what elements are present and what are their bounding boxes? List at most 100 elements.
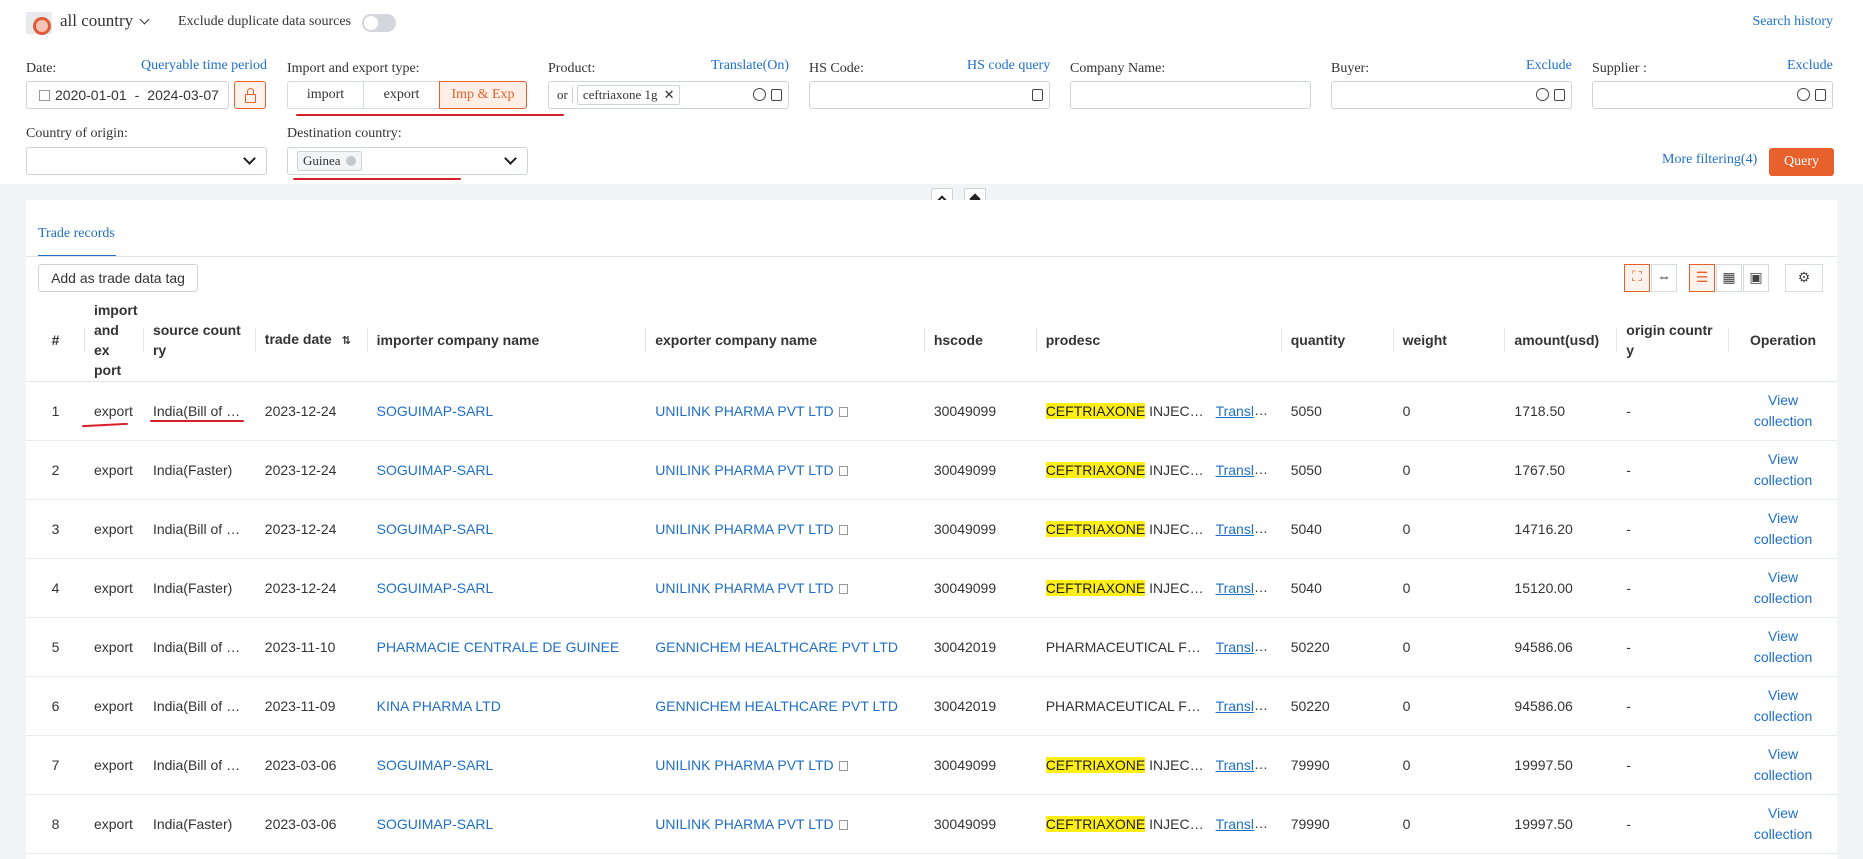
company-building-icon[interactable]	[838, 524, 848, 535]
importer-cell[interactable]: SOGUIMAP-SARL	[367, 794, 647, 854]
importer-cell[interactable]: PHARMACIE CENTRALE DE GUINEE	[367, 617, 647, 677]
queryable-time-link[interactable]: Queryable time period	[141, 58, 267, 74]
view-collection-link[interactable]: View collection	[1729, 794, 1837, 854]
exporter-cell[interactable]: UNILINK PHARMA PVT LTD	[646, 381, 925, 441]
translate-link[interactable]: Translate	[1216, 816, 1274, 832]
company-name-input[interactable]	[1070, 81, 1311, 109]
copy-icon[interactable]	[1032, 89, 1043, 101]
grid-large-icon[interactable]: ▣	[1743, 264, 1769, 292]
exporter-cell[interactable]: UNILINK PHARMA PVT LTD	[646, 558, 925, 618]
exporter-link[interactable]: UNILINK PHARMA PVT LTD	[655, 757, 833, 773]
trade-type-imp-exp[interactable]: Imp & Exp	[439, 81, 527, 109]
exporter-cell[interactable]: UNILINK PHARMA PVT LTD	[646, 735, 925, 795]
product-mode[interactable]: or	[553, 87, 573, 103]
table-row[interactable]: 6 export India(Bill of Lading) 2023-11-0…	[26, 676, 1837, 736]
table-row[interactable]: 8 export India(Faster) 2023-03-06 SOGUIM…	[26, 794, 1837, 854]
hs-code-input[interactable]	[809, 81, 1050, 109]
translate-link[interactable]: Translate	[1216, 403, 1274, 419]
table-row[interactable]: 4 export India(Faster) 2023-12-24 SOGUIM…	[26, 558, 1837, 618]
importer-cell[interactable]: SOGUIMAP-SARL	[367, 440, 647, 500]
date-start[interactable]: 2020-01-01	[55, 87, 127, 103]
company-building-icon[interactable]	[838, 760, 848, 771]
supplier-exclude-link[interactable]: Exclude	[1787, 58, 1833, 74]
table-row[interactable]: 3 export India(Bill of Lading) 2023-12-2…	[26, 499, 1837, 559]
trade-type-export[interactable]: export	[363, 81, 440, 109]
importer-cell[interactable]: SOGUIMAP-SARL	[367, 381, 647, 441]
translate-link[interactable]: Translate	[1216, 757, 1274, 773]
exporter-cell[interactable]: GENNICHEM HEALTHCARE PVT LTD	[646, 617, 925, 677]
importer-link[interactable]: SOGUIMAP-SARL	[377, 816, 494, 832]
exporter-cell[interactable]: UNILINK PHARMA PVT LTD	[646, 794, 925, 854]
date-end[interactable]: 2024-03-07	[147, 87, 219, 103]
importer-cell[interactable]: SOGUIMAP-SARL	[367, 499, 647, 559]
company-building-icon[interactable]	[838, 819, 848, 830]
supplier-input[interactable]	[1592, 81, 1833, 109]
view-collection-link[interactable]: View collection	[1729, 499, 1837, 559]
importer-cell[interactable]: SOGUIMAP-SARL	[367, 735, 647, 795]
translate-link[interactable]: Translate	[1216, 698, 1274, 714]
table-row[interactable]: 1 export India(Bill of Lading) 2023-12-2…	[26, 381, 1837, 441]
remove-tag-icon[interactable]	[345, 156, 356, 166]
product-input[interactable]: or ceftriaxone 1g ✕	[548, 81, 789, 109]
importer-link[interactable]: PHARMACIE CENTRALE DE GUINEE	[377, 639, 620, 655]
view-collection-link[interactable]: View collection	[1729, 381, 1837, 441]
translate-link[interactable]: Translate	[1216, 580, 1274, 596]
date-range-picker[interactable]: 2020-01-01 - 2024-03-07	[26, 81, 229, 109]
translate-link[interactable]: Translate	[1216, 639, 1274, 655]
sort-icon[interactable]: ⇅	[342, 335, 351, 347]
fit-width-icon[interactable]: ⇔	[1651, 264, 1677, 292]
fullscreen-icon[interactable]: ⛶	[1624, 264, 1650, 292]
country-selector[interactable]: all country	[60, 11, 150, 31]
more-filtering-link[interactable]: More filtering(4)	[1662, 152, 1757, 168]
tab-trade-records[interactable]: Trade records	[38, 226, 115, 242]
view-collection-link[interactable]: View collection	[1729, 617, 1837, 677]
add-trade-tag-button[interactable]: Add as trade data tag	[38, 264, 198, 292]
view-collection-link[interactable]: View collection	[1729, 735, 1837, 795]
copy-icon[interactable]	[771, 89, 782, 101]
query-button[interactable]: Query	[1769, 148, 1834, 176]
exclude-duplicates-toggle[interactable]	[362, 14, 396, 32]
importer-cell[interactable]: SOGUIMAP-SARL	[367, 558, 647, 618]
company-building-icon[interactable]	[838, 583, 848, 594]
destination-country-select[interactable]: Guinea	[287, 147, 528, 175]
translate-link[interactable]: Translate	[1216, 462, 1274, 478]
list-view-icon[interactable]: ☰	[1689, 264, 1715, 292]
view-collection-link[interactable]: View collection	[1729, 440, 1837, 500]
table-row[interactable]: 5 export India(Bill of Lading) 2023-11-1…	[26, 617, 1837, 677]
exporter-link[interactable]: UNILINK PHARMA PVT LTD	[655, 580, 833, 596]
country-of-origin-select[interactable]	[26, 147, 267, 175]
exporter-cell[interactable]: UNILINK PHARMA PVT LTD	[646, 499, 925, 559]
target-icon[interactable]	[1536, 88, 1549, 101]
importer-link[interactable]: KINA PHARMA LTD	[377, 698, 501, 714]
view-collection-link[interactable]: View collection	[1729, 558, 1837, 618]
buyer-exclude-link[interactable]: Exclude	[1526, 58, 1572, 74]
importer-link[interactable]: SOGUIMAP-SARL	[377, 403, 494, 419]
importer-link[interactable]: SOGUIMAP-SARL	[377, 580, 494, 596]
close-icon[interactable]: ✕	[664, 87, 675, 103]
target-icon[interactable]	[753, 88, 766, 101]
table-row[interactable]: 2 export India(Faster) 2023-12-24 SOGUIM…	[26, 440, 1837, 500]
copy-icon[interactable]	[1815, 89, 1826, 101]
col-header-trade-date[interactable]: trade date ⇅	[255, 300, 368, 382]
exporter-link[interactable]: GENNICHEM HEALTHCARE PVT LTD	[655, 698, 898, 714]
exporter-link[interactable]: UNILINK PHARMA PVT LTD	[655, 816, 833, 832]
hs-code-query-link[interactable]: HS code query	[967, 58, 1050, 74]
grid-small-icon[interactable]: ▦	[1716, 264, 1742, 292]
exporter-link[interactable]: UNILINK PHARMA PVT LTD	[655, 521, 833, 537]
importer-link[interactable]: SOGUIMAP-SARL	[377, 462, 494, 478]
importer-cell[interactable]: KINA PHARMA LTD	[367, 676, 647, 736]
company-building-icon[interactable]	[838, 406, 848, 417]
company-building-icon[interactable]	[838, 465, 848, 476]
translate-link[interactable]: Translate	[1216, 521, 1274, 537]
exporter-cell[interactable]: UNILINK PHARMA PVT LTD	[646, 440, 925, 500]
table-row[interactable]: 7 export India(Bill of Lading) 2023-03-0…	[26, 735, 1837, 795]
importer-link[interactable]: SOGUIMAP-SARL	[377, 757, 494, 773]
settings-icon[interactable]: ⚙	[1785, 264, 1823, 292]
exporter-cell[interactable]: GENNICHEM HEALTHCARE PVT LTD	[646, 676, 925, 736]
importer-link[interactable]: SOGUIMAP-SARL	[377, 521, 494, 537]
trade-type-import[interactable]: import	[287, 81, 364, 109]
exporter-link[interactable]: GENNICHEM HEALTHCARE PVT LTD	[655, 639, 898, 655]
exporter-link[interactable]: UNILINK PHARMA PVT LTD	[655, 403, 833, 419]
view-collection-link[interactable]: View collection	[1729, 676, 1837, 736]
buyer-input[interactable]	[1331, 81, 1572, 109]
